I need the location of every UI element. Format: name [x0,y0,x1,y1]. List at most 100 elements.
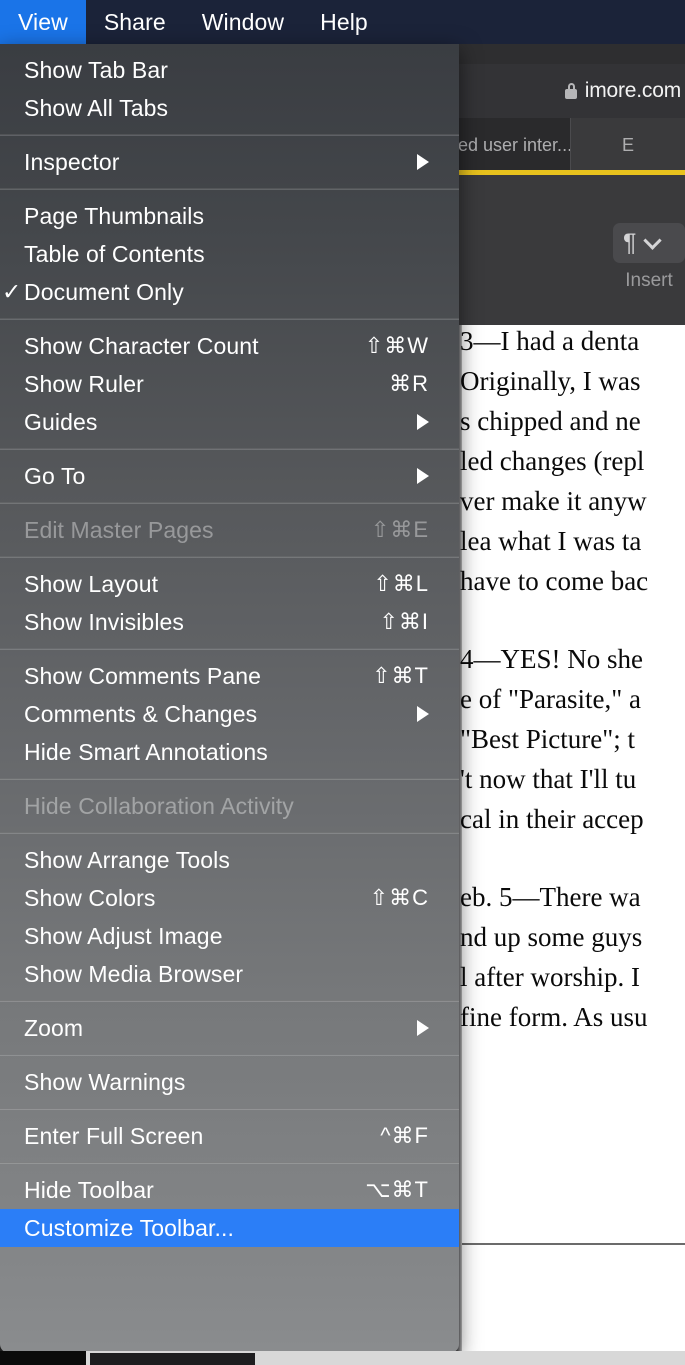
menu-bar: View Share Window Help [0,0,685,44]
menubar-item-share[interactable]: Share [86,0,184,44]
menu-group: Hide Collaboration Activity [0,780,459,832]
dock-segment [90,1353,255,1365]
menu-item-show-ruler[interactable]: Show Ruler ⌘R [0,365,459,403]
document-paragraph: 4—YES! No she e of "Parasite," a "Best P… [460,644,644,834]
menu-item-shortcut: ⌥⌘T [365,1177,429,1202]
menu-item-enter-full-screen[interactable]: Enter Full Screen ^⌘F [0,1117,459,1155]
insert-label: Insert [625,270,673,291]
document-body-text: 3—I had a denta Originally, I was s chip… [460,321,685,1075]
menu-item-label: Table of Contents [24,240,205,267]
document-paragraph: eb. 5—There wa nd up some guys l after w… [460,882,648,1032]
menu-group: Show Layout ⇧⌘L Show Invisibles ⇧⌘I [0,558,459,648]
menu-group: Show Comments Pane ⇧⌘T Comments & Changes H… [0,650,459,778]
browser-window-chrome [455,44,685,64]
menu-item-zoom[interactable]: Zoom [0,1009,459,1047]
menu-item-label: Zoom [24,1014,84,1041]
menu-group: Enter Full Screen ^⌘F [0,1110,459,1162]
menu-item-shortcut: ⌘R [389,371,429,396]
menu-item-label: Show Ruler [24,370,144,397]
menu-item-show-media-browser[interactable]: Show Media Browser [0,955,459,993]
browser-tab-next[interactable]: E [570,118,685,172]
pilcrow-icon: ¶ [623,228,637,257]
menu-item-edit-master-pages: Edit Master Pages ⇧⌘E [0,511,459,549]
menu-item-label: Show Layout [24,570,159,597]
menubar-item-window[interactable]: Window [184,0,302,44]
menu-item-shortcut: ⇧⌘C [369,885,429,910]
menu-item-label: Inspector [24,148,120,175]
menu-item-shortcut: ⇧⌘T [372,663,429,688]
menu-item-go-to[interactable]: Go To [0,457,459,495]
address-bar-url: imore.com [584,79,681,102]
menu-item-show-arrange-tools[interactable]: Show Arrange Tools [0,841,459,879]
menu-item-inspector[interactable]: Inspector [0,143,459,181]
browser-tab-label: E [621,134,634,155]
menubar-item-label: Help [320,8,368,35]
menu-item-guides[interactable]: Guides [0,403,459,441]
browser-tab-active[interactable]: ed user inter... [455,118,570,172]
document-page[interactable]: 3—I had a denta Originally, I was s chip… [460,325,685,1365]
menu-group: Show Character Count ⇧⌘W Show Ruler ⌘R Guide… [0,320,459,448]
lock-icon [565,83,578,99]
browser-tab-strip[interactable]: ed user inter... E [455,118,685,172]
menu-group: Show Tab Bar Show All Tabs [0,44,459,134]
menu-item-show-character-count[interactable]: Show Character Count ⇧⌘W [0,327,459,365]
menu-item-label: Customize Toolbar... [24,1214,234,1241]
menu-item-show-colors[interactable]: Show Colors ⇧⌘C [0,879,459,917]
menu-group: Show Arrange Tools Show Colors ⇧⌘C Show Adj… [0,834,459,1000]
menu-item-show-invisibles[interactable]: Show Invisibles ⇧⌘I [0,603,459,641]
menu-item-show-warnings[interactable]: Show Warnings [0,1063,459,1101]
screen-root: imore.com ed user inter... E ¶ Insert 3—… [0,0,685,1365]
chevron-down-icon [643,230,663,250]
menubar-item-label: Share [103,8,166,35]
dock-strip [0,1351,685,1365]
menubar-item-label: Window [201,8,285,35]
menu-item-show-tab-bar[interactable]: Show Tab Bar [0,51,459,89]
submenu-arrow-icon [417,706,429,722]
menu-item-label: Show Invisibles [24,608,185,635]
menu-item-label: Show Tab Bar [24,56,168,83]
browser-address-bar[interactable]: imore.com [455,64,685,118]
browser-tab-label: ed user inter... [458,134,570,155]
menu-item-label: Enter Full Screen [24,1122,204,1149]
insert-tool-group: ¶ Insert [613,223,685,292]
menu-item-page-thumbnails[interactable]: Page Thumbnails [0,197,459,235]
page-break-line [462,1243,685,1245]
document-paragraph: 3—I had a denta Originally, I was s chip… [460,326,649,596]
insert-button[interactable]: ¶ [613,223,685,263]
menu-item-label: Hide Collaboration Activity [24,792,294,819]
menubar-item-help[interactable]: Help [302,0,386,44]
menu-item-table-of-contents[interactable]: Table of Contents [0,235,459,273]
menu-group: Zoom [0,1002,459,1054]
menu-item-label: Go To [24,462,86,489]
menu-item-hide-smart-annotations[interactable]: Hide Smart Annotations [0,733,459,771]
menu-item-label: Edit Master Pages [24,516,214,543]
menu-item-label: Show Warnings [24,1068,186,1095]
menu-item-label: Comments & Changes [24,700,258,727]
menu-group: Inspector [0,136,459,188]
view-dropdown-menu: Show Tab Bar Show All Tabs Inspector Page T… [0,44,459,1353]
menu-item-label: Hide Smart Annotations [24,738,268,765]
menu-item-show-adjust-image[interactable]: Show Adjust Image [0,917,459,955]
menu-item-shortcut: ⇧⌘W [364,333,429,358]
menu-item-hide-collaboration-activity: Hide Collaboration Activity [0,787,459,825]
menu-item-show-comments-pane[interactable]: Show Comments Pane ⇧⌘T [0,657,459,695]
dock-segment [0,1351,86,1365]
checkmark-icon: ✓ [2,278,22,305]
menu-item-label: Show All Tabs [24,94,169,121]
menu-item-document-only[interactable]: ✓ Document Only [0,273,459,311]
menu-item-show-layout[interactable]: Show Layout ⇧⌘L [0,565,459,603]
menu-group: Edit Master Pages ⇧⌘E [0,504,459,556]
submenu-arrow-icon [417,468,429,484]
menu-item-comments-changes[interactable]: Comments & Changes [0,695,459,733]
menu-group: Page Thumbnails Table of Contents ✓ Documen… [0,190,459,318]
document-toolbar: ¶ Insert [455,175,685,325]
menu-item-label: Page Thumbnails [24,202,205,229]
menu-item-hide-toolbar[interactable]: Hide Toolbar ⌥⌘T [0,1171,459,1209]
menu-item-show-all-tabs[interactable]: Show All Tabs [0,89,459,127]
menubar-item-view[interactable]: View [0,0,86,44]
menu-item-customize-toolbar[interactable]: Customize Toolbar... [0,1209,459,1247]
submenu-arrow-icon [417,1020,429,1036]
menu-group: Show Warnings [0,1056,459,1108]
menu-item-shortcut: ^⌘F [380,1123,429,1148]
menu-group: Hide Toolbar ⌥⌘T Customize Toolbar... [0,1164,459,1254]
